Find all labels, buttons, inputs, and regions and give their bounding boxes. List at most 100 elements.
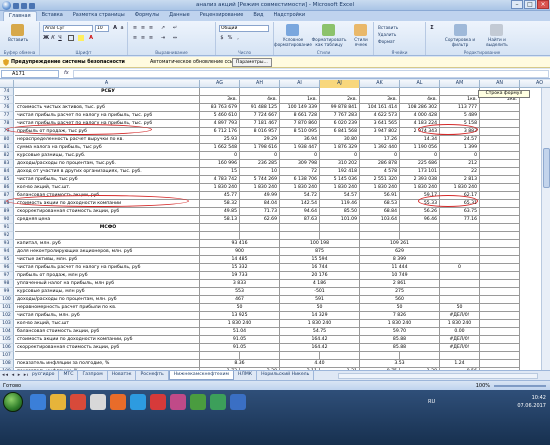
excel-icon[interactable] [210, 394, 226, 410]
data-cell[interactable] [480, 192, 520, 200]
start-button[interactable] [3, 392, 23, 412]
data-cell[interactable]: 1 798 616 [240, 144, 280, 152]
row-label-cell[interactable]: чистая прибыль расчет по налогу на прибы… [15, 120, 200, 128]
format-cells-button[interactable]: Формат [378, 39, 395, 44]
row-label-cell[interactable]: чистые активы, млн. руб [15, 256, 200, 264]
data-cell[interactable]: 2 813 [440, 176, 480, 184]
media-icon[interactable] [90, 394, 106, 410]
maximize-button[interactable]: □ [524, 0, 536, 9]
data-cell[interactable] [480, 184, 520, 192]
row-number[interactable]: 102 [0, 312, 14, 320]
data-cell[interactable]: 875 [280, 248, 360, 256]
data-cell[interactable]: 212 [440, 160, 480, 168]
data-cell[interactable]: 1 830 240 [280, 320, 360, 328]
data-cell[interactable]: 50 [360, 304, 440, 312]
data-cell[interactable]: 13 925 [200, 312, 280, 320]
data-cell[interactable] [480, 328, 520, 336]
data-cell[interactable]: 4 622 573 [360, 112, 400, 120]
data-cell[interactable]: 8.36 [200, 360, 280, 368]
data-cell[interactable]: 15 332 [200, 264, 280, 272]
data-cell[interactable]: 7 724 667 [240, 112, 280, 120]
row-label-cell[interactable]: доходы/расходы по процентам, тыс.руб. [15, 160, 200, 168]
data-cell[interactable] [480, 312, 520, 320]
data-cell[interactable] [480, 112, 520, 120]
data-cell[interactable]: 1 876 329 [320, 144, 360, 152]
ie-icon[interactable] [30, 394, 46, 410]
borders-icon[interactable] [68, 35, 74, 41]
row-label-cell[interactable]: стоимость акции по доходности компании, … [15, 336, 200, 344]
align-left-icon[interactable]: ≡ [132, 35, 138, 41]
data-cell[interactable]: 0 [280, 152, 320, 160]
data-cell[interactable]: 1 830 240 [440, 320, 480, 328]
data-cell[interactable]: 24.57 [440, 136, 480, 144]
row-number[interactable]: 100 [0, 296, 14, 304]
data-cell[interactable] [480, 240, 520, 248]
data-cell[interactable] [440, 248, 480, 256]
underline-icon[interactable]: Ч [57, 35, 63, 41]
sheet-tab[interactable]: Роснефть [136, 371, 169, 380]
data-cell[interactable]: 2 974 343 [400, 128, 440, 136]
sort-filter-button[interactable]: Сортировка и фильтр [442, 37, 478, 47]
row-label-cell[interactable]: чистая прибыль расчет по налогу на прибы… [15, 264, 200, 272]
row-number[interactable]: 91 [0, 224, 14, 232]
row-label-cell[interactable]: уплаченный налог на прибыль, млн руб [15, 280, 200, 288]
data-cell[interactable]: 54.57 [320, 192, 360, 200]
data-cell[interactable]: 91.05 [200, 336, 280, 344]
align-center-icon[interactable]: ≡ [140, 35, 146, 41]
close-button[interactable]: × [537, 0, 549, 9]
data-cell[interactable]: 4 897 793 [200, 120, 240, 128]
data-cell[interactable]: 4 186 [280, 280, 360, 288]
scroll-thumb[interactable] [543, 148, 550, 188]
data-cell[interactable]: 62.17 [440, 192, 480, 200]
format-table-button[interactable]: Форматировать как таблицу [311, 37, 347, 47]
row-number[interactable]: 82 [0, 152, 14, 160]
row-label-cell[interactable]: прибыль от продаж, млн руб [15, 272, 200, 280]
row-number[interactable]: 99 [0, 288, 14, 296]
data-cell[interactable] [200, 88, 240, 96]
app-icon[interactable] [190, 394, 206, 410]
data-cell[interactable]: 1 190 056 [400, 144, 440, 152]
data-cell[interactable]: 8 510 095 [280, 128, 320, 136]
format-table-icon[interactable] [322, 24, 335, 36]
zoom-level[interactable]: 100% [476, 383, 490, 389]
language-indicator[interactable]: RU [428, 399, 435, 405]
data-cell[interactable]: 1 399 [440, 144, 480, 152]
data-cell[interactable]: 5 158 [440, 120, 480, 128]
data-cell[interactable] [480, 216, 520, 224]
data-cell[interactable]: 4кв. [240, 96, 280, 104]
data-cell[interactable]: 11 444 [360, 264, 440, 272]
cell-styles-icon[interactable] [354, 24, 367, 36]
data-cell[interactable] [480, 224, 520, 232]
row-label-cell[interactable]: чистая прибыль, млн. руб [15, 312, 200, 320]
data-cell[interactable] [360, 224, 400, 232]
column-header[interactable]: AL [400, 80, 440, 88]
indent-icon[interactable]: ⇥ [160, 35, 166, 41]
data-cell[interactable] [440, 256, 480, 264]
data-cell[interactable]: 91 488 125 [240, 104, 280, 112]
data-cell[interactable]: 96.46 [400, 216, 440, 224]
data-cell[interactable]: 85.88 [360, 336, 440, 344]
row-number[interactable]: 84 [0, 168, 14, 176]
data-cell[interactable]: 1 830 240 [320, 184, 360, 192]
data-cell[interactable] [440, 272, 480, 280]
data-cell[interactable]: 50 [280, 304, 360, 312]
font-size-box[interactable]: 10 [95, 25, 109, 32]
data-cell[interactable]: 56.91 [360, 192, 400, 200]
word-icon[interactable] [230, 394, 246, 410]
spreadsheet-grid[interactable]: A AG AH AI AJ AK AL AM AN AO 74 РСБУ 75 3кв. 4кв. 1кв.… [0, 80, 550, 370]
data-cell[interactable]: 87.63 [280, 216, 320, 224]
row-number[interactable]: 107 [0, 352, 14, 360]
data-cell[interactable] [480, 280, 520, 288]
data-cell[interactable]: 49.99 [240, 192, 280, 200]
row-label-cell[interactable]: чистая прибыль расчет по налогу на прибы… [15, 112, 200, 120]
data-cell[interactable] [480, 344, 520, 352]
data-cell[interactable]: 72 [280, 168, 320, 176]
data-cell[interactable]: 58.13 [200, 216, 240, 224]
data-cell[interactable] [400, 232, 440, 240]
sheet-tab[interactable]: Новатэк [107, 371, 137, 380]
data-cell[interactable]: 160 996 [200, 160, 240, 168]
row-label-cell[interactable]: балансовая стоимость акции, руб [15, 328, 200, 336]
data-cell[interactable]: 310 202 [320, 160, 360, 168]
row-label-cell[interactable] [15, 96, 200, 104]
row-number[interactable]: 78 [0, 120, 14, 128]
